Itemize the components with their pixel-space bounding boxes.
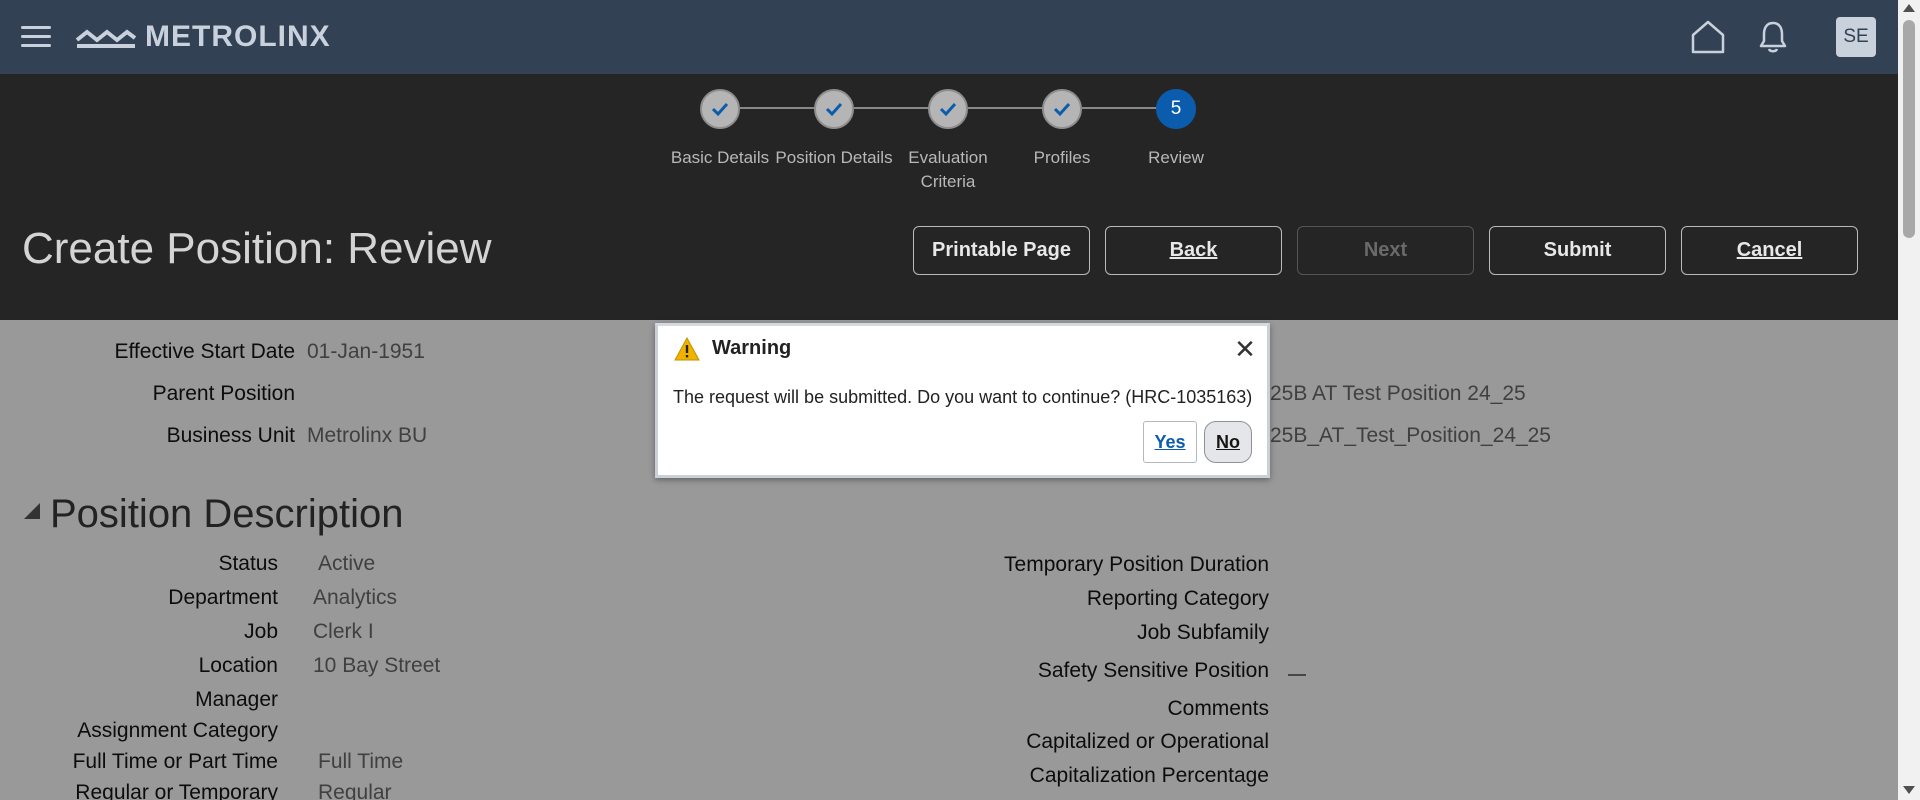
back-button-label: Back — [1169, 239, 1218, 261]
close-icon[interactable]: ✕ — [1231, 335, 1259, 363]
cancel-button[interactable]: Cancel — [1681, 226, 1858, 275]
scroll-up-arrow-icon[interactable] — [1903, 4, 1915, 12]
hamburger-menu-icon[interactable] — [21, 26, 51, 48]
checkmark-icon — [825, 102, 843, 117]
metrolinx-logo[interactable]: METROLINX — [75, 20, 331, 54]
checkmark-icon — [711, 102, 729, 117]
next-button[interactable]: Next — [1297, 226, 1474, 275]
logo-text: METROLINX — [145, 20, 331, 53]
submit-button[interactable]: Submit — [1489, 226, 1666, 275]
train-stop-position-details[interactable] — [814, 89, 854, 129]
checkmark-icon — [1053, 102, 1071, 117]
train-stop-review[interactable]: 5 — [1156, 89, 1196, 129]
scrollbar-thumb[interactable] — [1903, 20, 1915, 238]
dialog-message: The request will be submitted. Do you wa… — [673, 387, 1253, 407]
page-title: Create Position: Review — [22, 224, 492, 273]
next-button-label: Next — [1363, 239, 1408, 261]
train-stop-label: Basic Details — [670, 148, 770, 167]
checkmark-icon — [939, 102, 957, 117]
logo-wave-icon — [75, 29, 137, 48]
cancel-button-label: Cancel — [1736, 239, 1803, 261]
back-button[interactable]: Back — [1105, 226, 1282, 275]
top-nav-bar: METROLINX SE — [0, 0, 1898, 74]
train-stop-label: Position Details — [775, 148, 893, 167]
train-stop-profiles[interactable] — [1042, 89, 1082, 129]
no-button-label: No — [1216, 432, 1240, 452]
train-stop-evaluation-criteria[interactable] — [928, 89, 968, 129]
warning-dialog: Warning ✕ The request will be submitted.… — [655, 323, 1270, 478]
printable-page-button[interactable]: Printable Page — [913, 226, 1090, 275]
no-button[interactable]: No — [1204, 421, 1252, 463]
home-icon[interactable] — [1690, 19, 1726, 55]
warning-icon — [674, 337, 700, 361]
user-avatar[interactable]: SE — [1836, 17, 1876, 57]
train-stop-label: Evaluation Criteria — [908, 148, 988, 191]
vertical-scrollbar[interactable] — [1898, 0, 1920, 800]
notifications-bell-icon[interactable] — [1757, 20, 1789, 54]
yes-button[interactable]: Yes — [1143, 421, 1197, 463]
scroll-down-arrow-icon[interactable] — [1903, 786, 1915, 794]
train-stop-label: Profiles — [1033, 148, 1091, 167]
train-stop-label: Review — [1148, 148, 1204, 167]
dialog-title: Warning — [712, 337, 792, 359]
train-stop-basic-details[interactable] — [700, 89, 740, 129]
